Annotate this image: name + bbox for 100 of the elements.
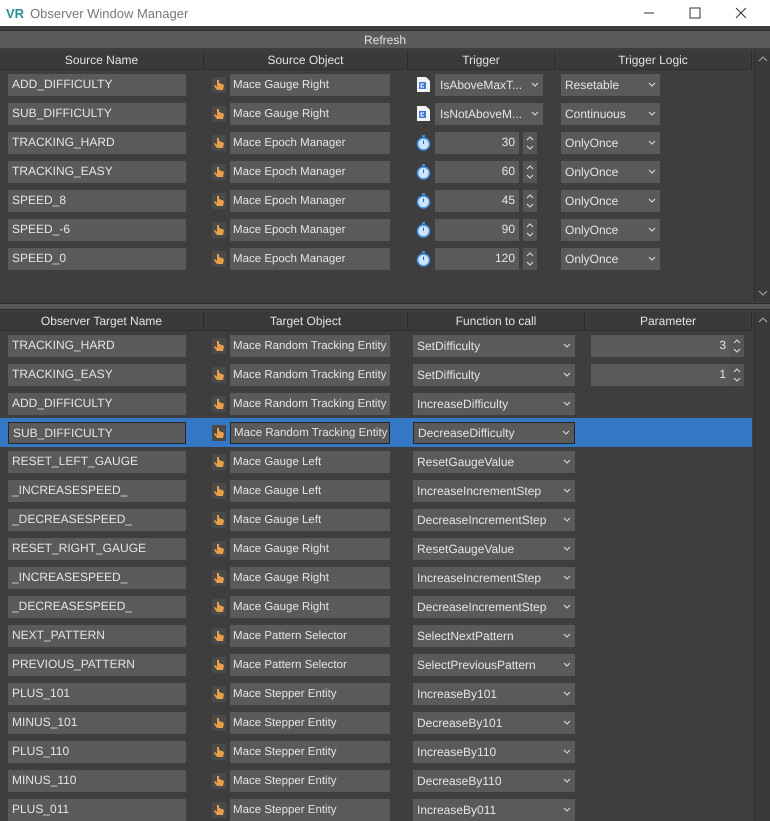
- object-field[interactable]: Mace Stepper Entity: [230, 682, 390, 704]
- object-field[interactable]: Mace Gauge Right: [230, 566, 390, 588]
- spinner-arrows-icon[interactable]: [523, 160, 537, 182]
- function-dropdown[interactable]: IncreaseIncrementStep: [413, 566, 575, 588]
- caret-icon: [648, 111, 656, 116]
- logic-dropdown[interactable]: Resetable: [561, 74, 660, 96]
- name-field[interactable]: PREVIOUS_PATTERN: [8, 654, 186, 676]
- name-field[interactable]: TRACKING_HARD: [8, 132, 186, 154]
- function-dropdown[interactable]: IncreaseDifficulty: [413, 392, 575, 414]
- object-field[interactable]: Mace Stepper Entity: [230, 798, 390, 820]
- name-field[interactable]: _DECREASESPEED_: [8, 596, 186, 618]
- name-field[interactable]: TRACKING_HARD: [8, 334, 186, 356]
- function-dropdown[interactable]: IncreaseIncrementStep: [413, 480, 575, 502]
- name-field[interactable]: ADD_DIFFICULTY: [8, 74, 186, 96]
- object-field[interactable]: Mace Epoch Manager: [230, 218, 390, 240]
- object-field[interactable]: Mace Stepper Entity: [230, 740, 390, 762]
- name-field[interactable]: RESET_LEFT_GAUGE: [8, 450, 186, 472]
- object-field[interactable]: Mace Gauge Left: [230, 508, 390, 530]
- name-field[interactable]: ADD_DIFFICULTY: [8, 392, 186, 414]
- object-field[interactable]: Mace Random Tracking Entity: [230, 364, 390, 386]
- name-field[interactable]: TRACKING_EASY: [8, 364, 186, 386]
- trigger-dropdown[interactable]: IsAboveMaxT...: [435, 74, 543, 96]
- scrollbar[interactable]: [754, 312, 770, 821]
- function-dropdown[interactable]: ResetGaugeValue: [413, 538, 575, 560]
- name-field[interactable]: RESET_RIGHT_GAUGE: [8, 538, 186, 560]
- function-dropdown[interactable]: DecreaseDifficulty: [413, 422, 575, 444]
- name-field[interactable]: SPEED_0: [8, 248, 186, 270]
- function-dropdown[interactable]: DecreaseIncrementStep: [413, 508, 575, 530]
- object-field[interactable]: Mace Epoch Manager: [230, 160, 390, 182]
- function-dropdown[interactable]: SetDifficulty: [413, 334, 575, 356]
- logic-dropdown[interactable]: OnlyOnce: [561, 218, 660, 240]
- function-dropdown[interactable]: DecreaseBy110: [413, 770, 575, 792]
- function-dropdown[interactable]: ResetGaugeValue: [413, 450, 575, 472]
- logic-dropdown[interactable]: OnlyOnce: [561, 248, 660, 270]
- name-field[interactable]: TRACKING_EASY: [8, 160, 186, 182]
- hand-icon: [212, 744, 226, 760]
- seconds-field[interactable]: 45: [435, 190, 519, 212]
- logic-dropdown[interactable]: OnlyOnce: [561, 132, 660, 154]
- object-field[interactable]: Mace Random Tracking Entity: [230, 392, 390, 414]
- logic-dropdown[interactable]: OnlyOnce: [561, 190, 660, 212]
- scrollbar[interactable]: [754, 51, 770, 301]
- name-field[interactable]: SUB_DIFFICULTY: [8, 102, 186, 124]
- object-field[interactable]: Mace Epoch Manager: [230, 132, 390, 154]
- name-field[interactable]: PLUS_101: [8, 682, 186, 704]
- spinner-arrows-icon[interactable]: [523, 218, 537, 240]
- function-dropdown[interactable]: IncreaseBy011: [413, 798, 575, 820]
- refresh-button[interactable]: Refresh: [0, 30, 770, 48]
- function-dropdown[interactable]: SetDifficulty: [413, 364, 575, 386]
- name-field[interactable]: SPEED_8: [8, 190, 186, 212]
- object-field[interactable]: Mace Random Tracking Entity: [230, 334, 390, 356]
- function-dropdown[interactable]: SelectPreviousPattern: [413, 654, 575, 676]
- spinner-arrows-icon[interactable]: [523, 132, 537, 154]
- object-field[interactable]: Mace Stepper Entity: [230, 712, 390, 734]
- object-field[interactable]: Mace Gauge Left: [230, 450, 390, 472]
- hand-icon: [212, 512, 226, 528]
- function-dropdown[interactable]: DecreaseBy101: [413, 712, 575, 734]
- function-dropdown[interactable]: DecreaseIncrementStep: [413, 596, 575, 618]
- seconds-field[interactable]: 90: [435, 218, 519, 240]
- close-icon[interactable]: [735, 7, 747, 19]
- seconds-field[interactable]: 30: [435, 132, 519, 154]
- object-field[interactable]: Mace Gauge Right: [230, 102, 390, 124]
- parameter-field[interactable]: 1: [591, 364, 730, 386]
- spinner-arrows-icon[interactable]: [730, 364, 744, 386]
- maximize-icon[interactable]: [689, 7, 701, 19]
- spinner-arrows-icon[interactable]: [730, 334, 744, 356]
- object-field[interactable]: Mace Epoch Manager: [230, 190, 390, 212]
- hand-icon: [212, 628, 226, 644]
- name-field[interactable]: _INCREASESPEED_: [8, 480, 186, 502]
- name-field[interactable]: SUB_DIFFICULTY: [8, 422, 186, 444]
- object-field[interactable]: Mace Pattern Selector: [230, 624, 390, 646]
- object-field[interactable]: Mace Random Tracking Entity: [230, 422, 390, 444]
- stopwatch-icon: [416, 163, 431, 180]
- name-field[interactable]: MINUS_101: [8, 712, 186, 734]
- logic-dropdown[interactable]: Continuous: [561, 102, 660, 124]
- name-field[interactable]: SPEED_-6: [8, 218, 186, 240]
- object-field[interactable]: Mace Gauge Left: [230, 480, 390, 502]
- caret-icon: [563, 720, 571, 725]
- seconds-field[interactable]: 120: [435, 248, 519, 270]
- object-field[interactable]: Mace Gauge Right: [230, 74, 390, 96]
- name-field[interactable]: PLUS_011: [8, 798, 186, 820]
- trigger-dropdown[interactable]: IsNotAboveM...: [435, 102, 543, 124]
- selected-row[interactable]: SUB_DIFFICULTY Mace Random Tracking Entity DecreaseDifficulty: [0, 418, 752, 447]
- name-field[interactable]: _DECREASESPEED_: [8, 508, 186, 530]
- name-field[interactable]: PLUS_110: [8, 740, 186, 762]
- seconds-field[interactable]: 60: [435, 160, 519, 182]
- function-dropdown[interactable]: SelectNextPattern: [413, 624, 575, 646]
- function-dropdown[interactable]: IncreaseBy110: [413, 740, 575, 762]
- logic-dropdown[interactable]: OnlyOnce: [561, 160, 660, 182]
- object-field[interactable]: Mace Gauge Right: [230, 596, 390, 618]
- object-field[interactable]: Mace Gauge Right: [230, 538, 390, 560]
- parameter-field[interactable]: 3: [591, 334, 730, 356]
- spinner-arrows-icon[interactable]: [523, 190, 537, 212]
- spinner-arrows-icon[interactable]: [523, 248, 537, 270]
- object-field[interactable]: Mace Stepper Entity: [230, 770, 390, 792]
- name-field[interactable]: NEXT_PATTERN: [8, 624, 186, 646]
- name-field[interactable]: _INCREASESPEED_: [8, 566, 186, 588]
- object-field[interactable]: Mace Pattern Selector: [230, 654, 390, 676]
- function-dropdown[interactable]: IncreaseBy101: [413, 682, 575, 704]
- name-field[interactable]: MINUS_110: [8, 770, 186, 792]
- object-field[interactable]: Mace Epoch Manager: [230, 248, 390, 270]
